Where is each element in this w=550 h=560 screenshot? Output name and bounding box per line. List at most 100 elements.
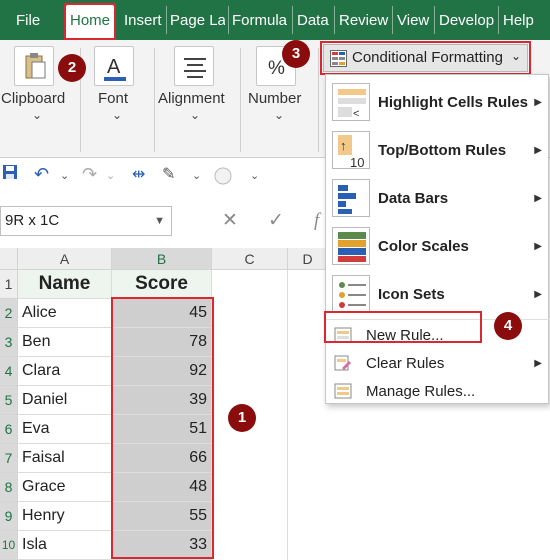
menu-item-highlight-cells-rules[interactable]: < Highlight Cells Rules ▶ — [326, 79, 550, 125]
name-cell[interactable]: Isla — [18, 531, 112, 560]
header-cell-score[interactable]: Score — [112, 270, 212, 299]
tab-insert[interactable]: Insert — [122, 8, 164, 34]
menu-item-label: New Rule... — [366, 327, 444, 344]
row-header[interactable]: 8 — [0, 473, 18, 502]
name-cell[interactable]: Alice — [18, 299, 112, 328]
chevron-down-icon[interactable]: ⌄ — [192, 169, 201, 182]
tab-formulas[interactable]: Formula — [230, 8, 289, 34]
menu-item-data-bars[interactable]: Data Bars ▶ — [326, 175, 550, 221]
save-icon[interactable] — [2, 164, 18, 185]
alignment-group[interactable]: Alignment ⌄ — [156, 40, 232, 158]
chevron-down-icon[interactable]: ⌄ — [274, 108, 284, 122]
redo-icon[interactable]: ↷ — [82, 164, 97, 185]
score-cell[interactable]: 92 — [112, 357, 212, 386]
row-header[interactable]: 5 — [0, 386, 18, 415]
name-cell[interactable]: Eva — [18, 415, 112, 444]
cancel-icon[interactable]: ✕ — [222, 206, 238, 236]
row-header[interactable]: 7 — [0, 444, 18, 473]
chevron-down-icon[interactable]: ⌄ — [250, 169, 259, 182]
conditional-formatting-label: Conditional Formatting — [352, 49, 503, 66]
tab-help[interactable]: Help — [501, 8, 536, 34]
row-header[interactable]: 6 — [0, 415, 18, 444]
row-header[interactable]: 2 — [0, 299, 18, 328]
chevron-right-icon: ▶ — [534, 358, 542, 369]
chevron-right-icon: ▶ — [534, 97, 542, 108]
column-header-a[interactable]: A — [18, 248, 112, 270]
score-cell[interactable]: 48 — [112, 473, 212, 502]
chevron-down-icon: ⌄ — [510, 49, 521, 63]
menu-item-manage-rules[interactable]: Manage Rules... — [326, 377, 550, 405]
tab-page-layout[interactable]: Page Lay — [168, 8, 225, 34]
chevron-right-icon: ▶ — [534, 145, 542, 156]
svg-text:<: < — [353, 108, 359, 120]
enter-icon[interactable]: ✓ — [268, 206, 284, 236]
tab-view[interactable]: View — [395, 8, 431, 34]
tab-home[interactable]: Home — [66, 5, 115, 39]
chevron-right-icon: ▶ — [534, 193, 542, 204]
format-painter-icon[interactable]: ✎ — [162, 164, 175, 184]
score-cell[interactable]: 39 — [112, 386, 212, 415]
score-cell[interactable]: 78 — [112, 328, 212, 357]
conditional-formatting-button[interactable]: Conditional Formatting ⌄ — [323, 44, 528, 72]
chevron-down-icon[interactable]: ⌄ — [106, 169, 115, 182]
row-header[interactable]: 9 — [0, 502, 18, 531]
score-cell[interactable]: 45 — [112, 299, 212, 328]
score-cell[interactable]: 33 — [112, 531, 212, 560]
name-cell[interactable]: Henry — [18, 502, 112, 531]
font-label: Font — [98, 90, 129, 107]
circle-icon[interactable] — [214, 167, 232, 190]
tab-developer[interactable]: Develop — [437, 8, 495, 34]
menu-item-icon-sets[interactable]: Icon Sets ▶ — [326, 271, 550, 317]
row-header[interactable]: 1 — [0, 270, 18, 299]
column-header-c[interactable]: C — [212, 248, 288, 270]
menu-item-label: Clear Rules — [366, 355, 445, 372]
name-box-value: 9R x 1C — [5, 212, 60, 229]
menu-item-label: Top/Bottom Rules — [378, 142, 507, 159]
menu-item-color-scales[interactable]: Color Scales ▶ — [326, 223, 550, 269]
score-cell[interactable]: 66 — [112, 444, 212, 473]
row-header[interactable]: 4 — [0, 357, 18, 386]
svg-text:%: % — [268, 58, 285, 79]
top-bottom-icon: ↑ 10 — [332, 131, 370, 170]
name-cell[interactable]: Grace — [18, 473, 112, 502]
row-header[interactable]: 3 — [0, 328, 18, 357]
menu-item-label: Manage Rules... — [366, 383, 476, 400]
row-header[interactable]: 10 — [0, 531, 18, 560]
name-box[interactable]: 9R x 1C ▼ — [0, 206, 172, 236]
ribbon-tab-bar: File Home Insert Page Lay Formula Data R… — [0, 0, 550, 40]
font-color-icon[interactable]: A — [94, 46, 134, 86]
chevron-down-icon[interactable]: ⌄ — [60, 169, 69, 182]
tab-review[interactable]: Review — [337, 8, 390, 34]
tab-file[interactable]: File — [14, 8, 42, 34]
menu-item-label: Highlight Cells Rules — [378, 94, 529, 111]
chevron-down-icon[interactable]: ⌄ — [190, 108, 200, 122]
column-width-icon[interactable]: ⇹ — [132, 164, 145, 184]
manage-rules-icon — [334, 383, 352, 399]
name-cell[interactable]: Clara — [18, 357, 112, 386]
chevron-down-icon[interactable]: ⌄ — [112, 108, 122, 122]
step-badge-2: 2 — [58, 54, 86, 82]
chevron-down-icon[interactable]: ⌄ — [32, 108, 42, 122]
chevron-right-icon: ▶ — [534, 241, 542, 252]
menu-item-top-bottom-rules[interactable]: ↑ 10 Top/Bottom Rules ▶ — [326, 127, 550, 173]
alignment-icon[interactable] — [174, 46, 214, 86]
chevron-down-icon[interactable]: ▼ — [154, 207, 165, 235]
undo-icon[interactable]: ↶ — [34, 164, 49, 185]
score-cell[interactable]: 55 — [112, 502, 212, 531]
score-cell[interactable]: 51 — [112, 415, 212, 444]
menu-item-clear-rules[interactable]: Clear Rules ▶ — [326, 349, 550, 377]
name-cell[interactable]: Ben — [18, 328, 112, 357]
column-header-b[interactable]: B — [112, 248, 212, 270]
icon-sets-icon — [332, 275, 370, 313]
fx-icon[interactable]: f — [314, 206, 319, 236]
header-cell-name[interactable]: Name — [18, 270, 112, 299]
name-cell[interactable]: Faisal — [18, 444, 112, 473]
name-cell[interactable]: Daniel — [18, 386, 112, 415]
paste-icon[interactable] — [14, 46, 54, 86]
highlight-cells-icon: < — [332, 83, 370, 121]
select-all-corner[interactable] — [0, 248, 18, 270]
alignment-label: Alignment — [158, 90, 225, 107]
tab-data[interactable]: Data — [295, 8, 331, 34]
font-group[interactable]: A Font ⌄ — [84, 40, 150, 158]
column-header-d[interactable]: D — [288, 248, 328, 270]
